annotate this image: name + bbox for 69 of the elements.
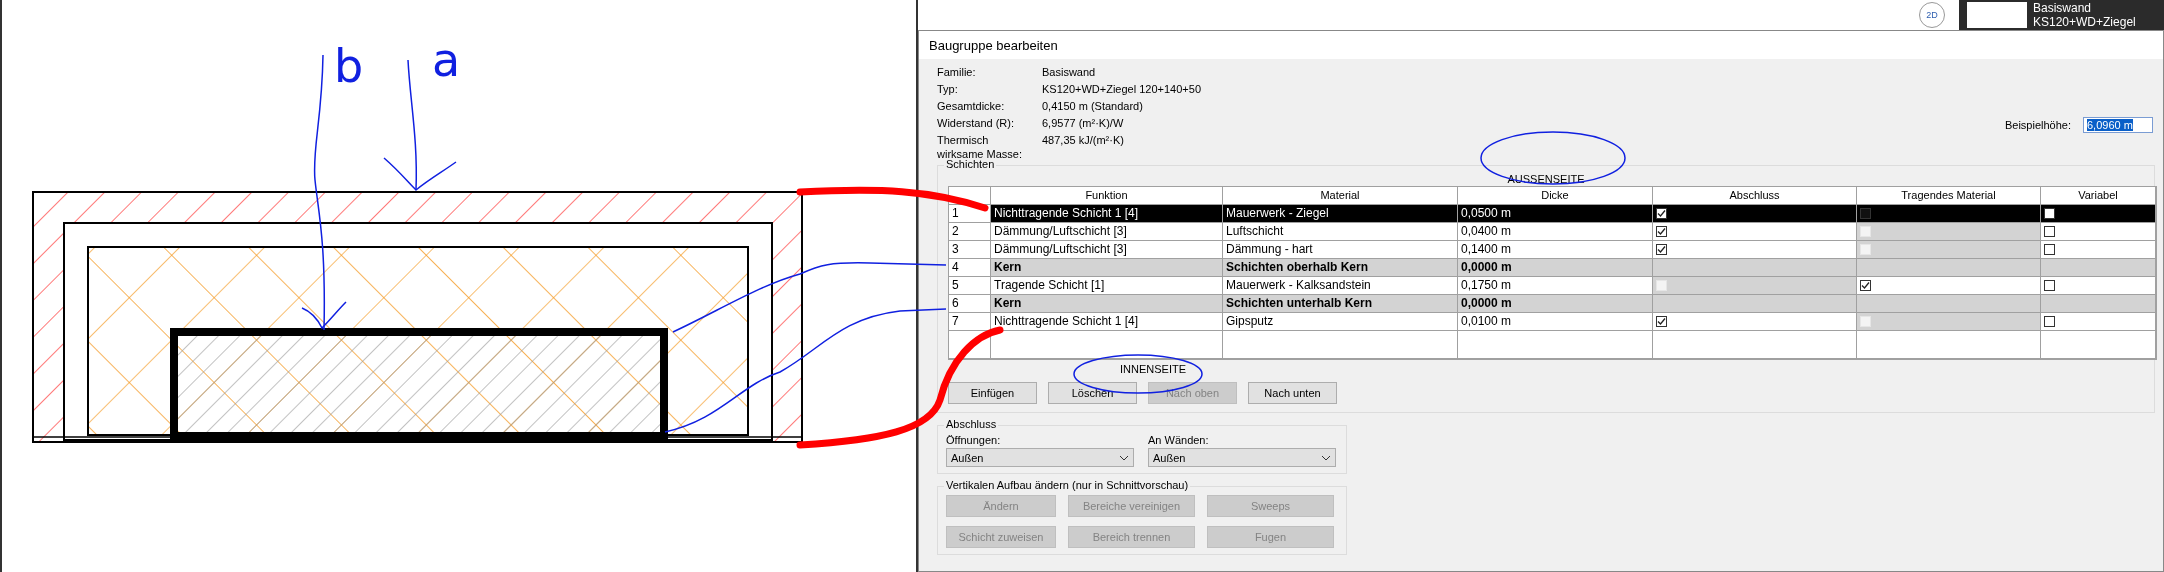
property-label: Gesamtdicke: — [937, 99, 1006, 113]
row-number: 5 — [949, 277, 991, 295]
dropdown[interactable]: Außen — [946, 448, 1134, 467]
table-cell[interactable]: Mauerwerk - Ziegel — [1223, 205, 1458, 223]
checkbox[interactable] — [2044, 280, 2055, 291]
row-number: 6 — [949, 295, 991, 313]
table-cell[interactable]: Gipsputz — [1223, 313, 1458, 331]
input-field[interactable]: 6,0960 m — [2083, 117, 2153, 133]
dropdown[interactable]: Außen — [1148, 448, 1336, 467]
table-cell[interactable]: 0,0100 m — [1458, 313, 1653, 331]
thumbnail-placeholder — [1967, 2, 2027, 28]
property-value: Basiswand — [1042, 65, 1097, 79]
checkbox[interactable] — [1656, 208, 1667, 219]
table-cell[interactable] — [991, 331, 1223, 359]
table-cell[interactable] — [1223, 331, 1458, 359]
field-label: Öffnungen: — [946, 434, 1002, 446]
group-title: Schichten — [944, 158, 997, 170]
table-cell[interactable] — [1653, 331, 1857, 359]
checkbox[interactable] — [2044, 226, 2055, 237]
checkbox[interactable] — [1656, 244, 1667, 255]
checkbox[interactable] — [2044, 316, 2055, 327]
table-cell[interactable]: Schichten oberhalb Kern — [1223, 259, 1458, 277]
field-label: Beispielhöhe: — [2004, 119, 2071, 131]
table-cell[interactable] — [1857, 331, 2041, 359]
property-value: KS120+WD+Ziegel 120+140+50 — [1042, 82, 1201, 96]
table-cell[interactable]: Luftschicht — [1223, 223, 1458, 241]
checkbox[interactable] — [2044, 208, 2055, 219]
checkbox[interactable] — [2044, 244, 2055, 255]
chevron-icon — [1321, 454, 1331, 461]
dialog-button[interactable]: Löschen — [1048, 382, 1137, 404]
table-cell[interactable]: 0,0000 m — [1458, 295, 1653, 313]
chevron-icon — [1119, 454, 1129, 461]
side-label: AUSSENSEITE — [1507, 173, 1585, 185]
table-cell[interactable]: Kern — [991, 295, 1223, 313]
checkbox[interactable] — [1860, 280, 1871, 291]
row-number: 7 — [949, 313, 991, 331]
table-cell[interactable]: Nichttragende Schicht 1 [4] — [991, 205, 1223, 223]
preview-text: Basiswand — [2033, 1, 2093, 15]
table-cell[interactable] — [2041, 331, 2156, 359]
handwritten-letter: a — [432, 33, 461, 87]
side-label: INNENSEITE — [1120, 363, 1186, 375]
property-value: 6,9577 (m²·K)/W — [1042, 116, 1125, 130]
table-cell[interactable]: 0,0400 m — [1458, 223, 1653, 241]
preview-text: KS120+WD+Ziegel — [2033, 15, 2136, 29]
table-cell[interactable]: 0,0500 m — [1458, 205, 1653, 223]
property-value: 487,35 kJ/(m²·K) — [1042, 133, 1125, 148]
table-cell[interactable]: Kern — [991, 259, 1223, 277]
table-cell[interactable]: Nichttragende Schicht 1 [4] — [991, 313, 1223, 331]
row-number: 3 — [949, 241, 991, 259]
property-label: Widerstand (R): — [937, 116, 1016, 130]
table-cell[interactable]: Schichten unterhalb Kern — [1223, 295, 1458, 313]
checkbox[interactable] — [1656, 226, 1667, 237]
dialog-button[interactable]: Nach unten — [1248, 382, 1337, 404]
field-label: An Wänden: — [1148, 434, 1210, 446]
property-label: Typ: — [937, 82, 959, 96]
property-value: 0,4150 m (Standard) — [1042, 99, 1144, 113]
window-title: Baugruppe bearbeiten — [929, 37, 1058, 53]
checkbox[interactable] — [1656, 316, 1667, 327]
table-cell[interactable]: Dämmung/Luftschicht [3] — [991, 223, 1223, 241]
group-title: Vertikalen Aufbau ändern (nur in Schnittvorschau) — [944, 479, 1191, 491]
row-number: 4 — [949, 259, 991, 277]
dialog-button[interactable]: Einfügen — [948, 382, 1037, 404]
row-number: 2 — [949, 223, 991, 241]
handwritten-letter: b — [334, 39, 364, 93]
property-label: Familie: — [937, 65, 977, 79]
table-cell[interactable] — [1458, 331, 1653, 359]
group-title: Abschluss — [944, 418, 999, 430]
property-label: Thermisch wirksame Masse: — [937, 133, 1023, 160]
table-cell[interactable]: 0,0000 m — [1458, 259, 1653, 277]
